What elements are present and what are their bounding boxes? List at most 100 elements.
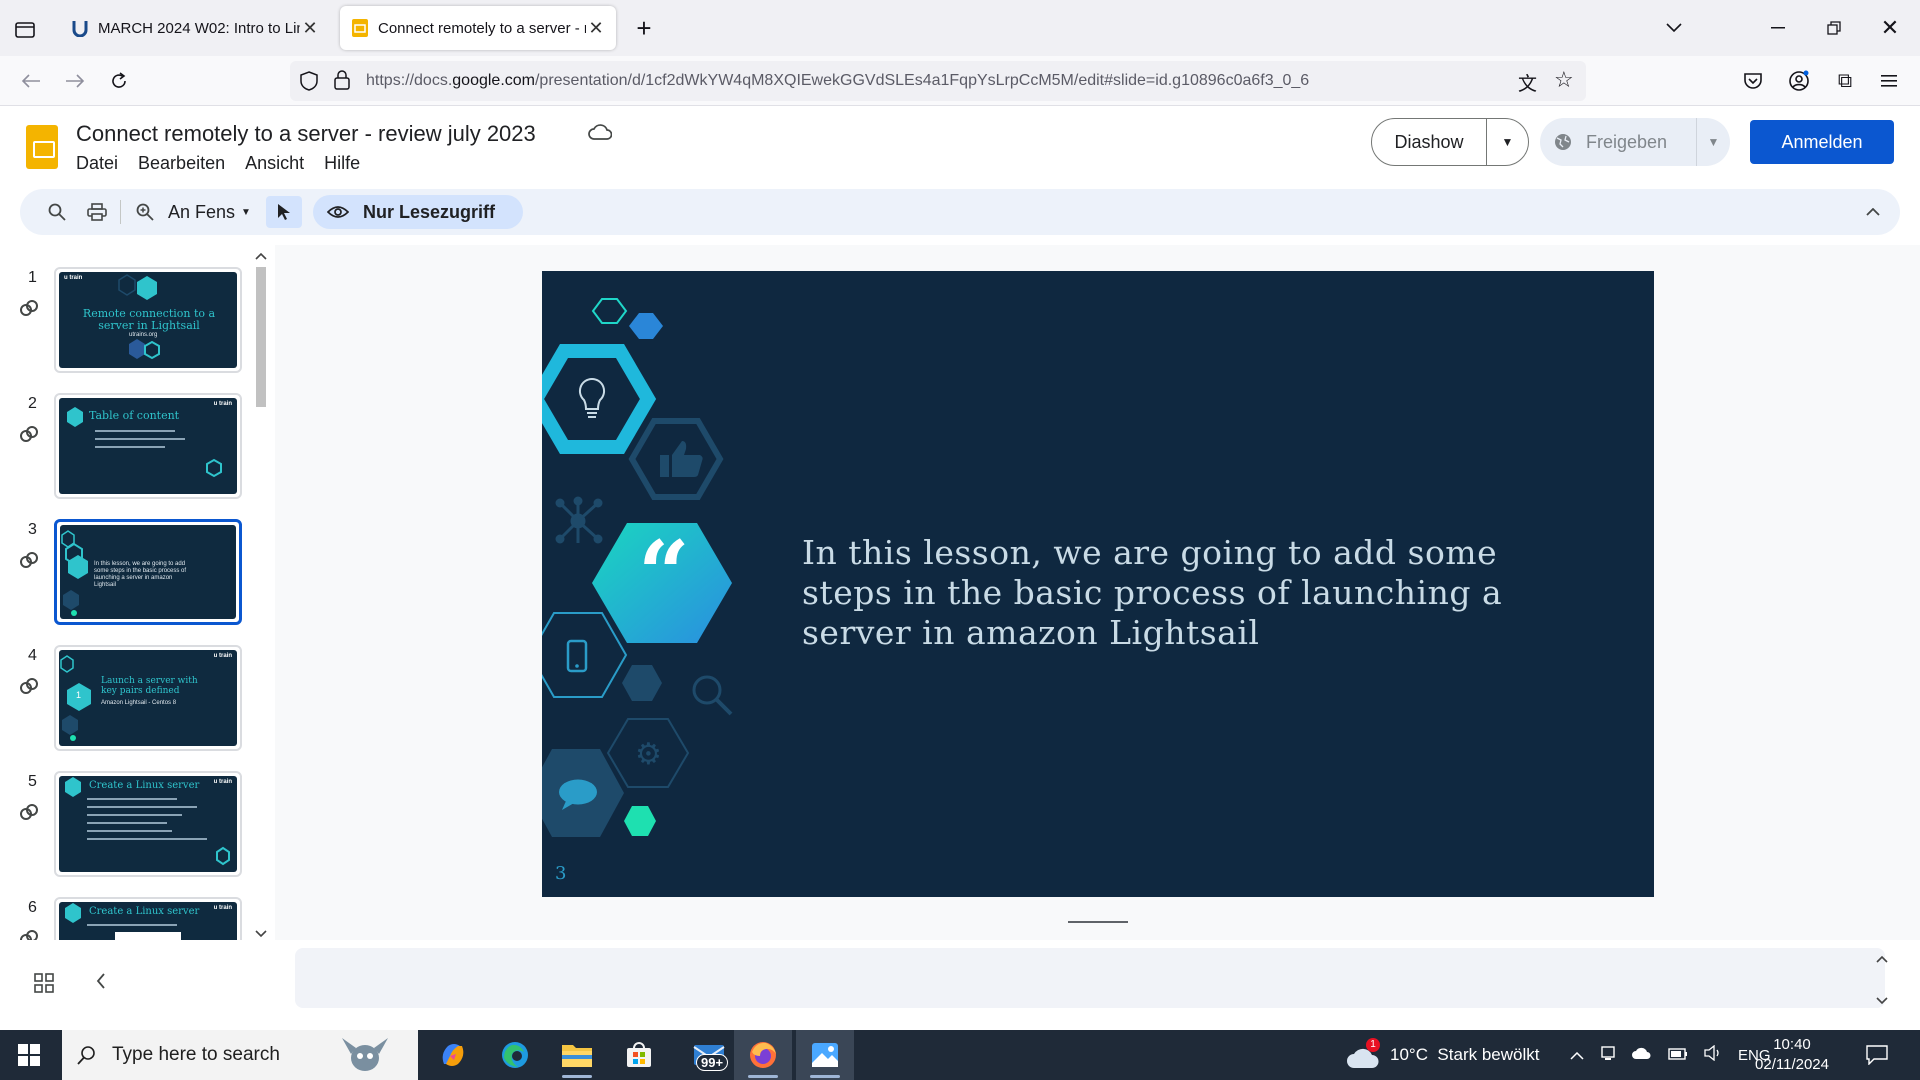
thumbnail-numeral: 1 bbox=[76, 690, 82, 700]
toolbar-divider bbox=[120, 200, 121, 224]
view-only-label: Nur Lesezugriff bbox=[363, 201, 496, 222]
thumbnail-canvas: u train Table of content bbox=[59, 398, 237, 494]
current-slide[interactable]: “ ⚙ In this lesson, we are going to add … bbox=[542, 271, 1654, 897]
print-icon[interactable] bbox=[82, 196, 112, 228]
share-dropdown-icon[interactable]: ▼ bbox=[1696, 118, 1730, 166]
slides-logo-icon[interactable] bbox=[26, 125, 58, 169]
forward-icon[interactable] bbox=[60, 66, 90, 96]
onedrive-cloud-icon[interactable] bbox=[1632, 1045, 1652, 1065]
extensions-icon[interactable]: ⧉ bbox=[1832, 68, 1858, 94]
slide-thumbnail[interactable]: u train 1 Launch a server with key pairs… bbox=[54, 645, 242, 751]
address-bar[interactable]: https://docs.google.com/presentation/d/1… bbox=[290, 61, 1586, 101]
bookmark-star-icon[interactable]: ☆ bbox=[1554, 67, 1574, 93]
filmstrip-item[interactable]: 1 u train Remote connection to a server … bbox=[0, 245, 250, 373]
lightbulb-icon bbox=[576, 377, 608, 426]
new-tab-button[interactable]: + bbox=[628, 12, 660, 44]
collapse-toolbar-chevron-icon[interactable] bbox=[1858, 196, 1888, 228]
zoom-icon[interactable] bbox=[130, 196, 160, 228]
restore-icon[interactable] bbox=[1820, 14, 1848, 42]
menu-ansicht[interactable]: Ansicht bbox=[245, 153, 304, 174]
pocket-icon[interactable] bbox=[1740, 68, 1766, 94]
copilot-icon[interactable] bbox=[424, 1030, 482, 1080]
cloud-saved-icon[interactable] bbox=[588, 123, 613, 147]
close-window-icon[interactable]: ✕ bbox=[1876, 14, 1904, 42]
slide-thumbnail-selected[interactable]: In this lesson, we are going to add some… bbox=[54, 519, 242, 625]
filmstrip-scrollbar[interactable] bbox=[252, 245, 272, 940]
slide-number: 5 bbox=[28, 773, 37, 790]
share-button[interactable]: Freigeben ▼ bbox=[1540, 118, 1730, 166]
notifications-icon[interactable] bbox=[1866, 1030, 1888, 1080]
slide-indicator-line bbox=[1068, 921, 1128, 923]
filmstrip-item[interactable]: 2 u train Table of content bbox=[0, 371, 250, 499]
microsoft-store-icon[interactable] bbox=[610, 1030, 668, 1080]
reload-icon[interactable] bbox=[104, 66, 134, 96]
tab-overflow-chevron-icon[interactable] bbox=[1660, 14, 1688, 42]
slideshow-button[interactable]: Diashow ▼ bbox=[1371, 118, 1529, 166]
sign-in-button[interactable]: Anmelden bbox=[1750, 120, 1894, 164]
filmstrip-item[interactable]: 6 u train Create a Linux server bbox=[0, 875, 250, 940]
scroll-up-icon[interactable] bbox=[1876, 952, 1888, 966]
magnifier-icon bbox=[690, 673, 734, 722]
clock[interactable]: 10:40 02/11/2024 bbox=[1752, 1035, 1832, 1075]
document-title[interactable]: Connect remotely to a server - review ju… bbox=[76, 121, 536, 147]
thumbnail-subtitle: Amazon Lightsail - Centos 8 bbox=[101, 700, 177, 706]
meet-now-icon[interactable] bbox=[1600, 1045, 1616, 1066]
notes-scrollbar[interactable] bbox=[1872, 948, 1892, 1008]
battery-icon[interactable] bbox=[1668, 1045, 1688, 1065]
taskbar-search-input[interactable]: Type here to search bbox=[62, 1030, 418, 1080]
select-cursor-icon[interactable] bbox=[266, 196, 302, 228]
minimize-icon[interactable] bbox=[1764, 14, 1792, 42]
thumbnail-canvas: u train 1 Launch a server with key pairs… bbox=[59, 650, 237, 746]
navigation-bar: https://docs.google.com/presentation/d/1… bbox=[0, 56, 1920, 106]
tracking-shield-icon[interactable] bbox=[300, 71, 318, 96]
zoom-select[interactable]: An Fens ▼ bbox=[168, 196, 252, 228]
slide-thumbnail[interactable]: u train Table of content bbox=[54, 393, 242, 499]
tab-connect-remotely[interactable]: Connect remotely to a server - r ✕ bbox=[340, 6, 616, 50]
mail-icon[interactable]: 99+ bbox=[680, 1030, 738, 1080]
utrains-favicon-icon bbox=[70, 18, 90, 38]
filmstrip-item[interactable]: 3 In this lesson, we are going to add so… bbox=[0, 497, 250, 625]
photos-app-icon[interactable] bbox=[796, 1030, 854, 1080]
slideshow-dropdown-icon[interactable]: ▼ bbox=[1487, 135, 1528, 149]
file-explorer-icon[interactable] bbox=[548, 1030, 606, 1080]
show-hidden-icons-chevron-icon[interactable] bbox=[1570, 1045, 1584, 1065]
menu-datei[interactable]: Datei bbox=[76, 153, 118, 174]
menu-hilfe[interactable]: Hilfe bbox=[324, 153, 360, 174]
windows-start-icon[interactable] bbox=[0, 1030, 58, 1080]
account-icon[interactable] bbox=[1786, 68, 1812, 94]
close-tab-icon[interactable]: ✕ bbox=[300, 18, 320, 39]
firefox-icon[interactable] bbox=[734, 1030, 792, 1080]
share-label: Freigeben bbox=[1586, 131, 1668, 152]
translate-icon[interactable]: 文 bbox=[1518, 69, 1537, 96]
back-icon[interactable] bbox=[16, 66, 46, 96]
search-icon[interactable] bbox=[42, 196, 72, 228]
scroll-up-icon[interactable] bbox=[255, 249, 267, 263]
scroll-down-icon[interactable] bbox=[255, 925, 267, 940]
slide-thumbnail[interactable]: u train Create a Linux server bbox=[54, 897, 242, 940]
active-app-indicator bbox=[748, 1075, 778, 1078]
linked-slide-icon bbox=[18, 423, 40, 445]
grid-view-icon[interactable] bbox=[34, 973, 56, 995]
filmstrip-item[interactable]: 4 u train 1 Launch a server with key pai… bbox=[0, 623, 250, 751]
menu-bearbeiten[interactable]: Bearbeiten bbox=[138, 153, 225, 174]
close-tab-icon[interactable]: ✕ bbox=[586, 18, 606, 39]
thumbnail-hexagons bbox=[60, 655, 91, 741]
thumbnail-canvas: In this lesson, we are going to add some… bbox=[60, 525, 236, 619]
scrollbar-thumb[interactable] bbox=[256, 267, 266, 407]
speaker-notes[interactable] bbox=[295, 948, 1885, 1008]
slide-thumbnail[interactable]: u train Remote connection to a server in… bbox=[54, 267, 242, 373]
scroll-down-icon[interactable] bbox=[1876, 994, 1888, 1008]
view-only-badge[interactable]: Nur Lesezugriff bbox=[313, 195, 523, 229]
slide-thumbnail[interactable]: u train Create a Linux server bbox=[54, 771, 242, 877]
linked-slide-icon bbox=[18, 297, 40, 319]
active-app-indicator bbox=[562, 1075, 592, 1078]
filmstrip-item[interactable]: 5 u train Create a Linux server bbox=[0, 749, 250, 877]
menu-hamburger-icon[interactable] bbox=[1876, 68, 1902, 94]
volume-icon[interactable] bbox=[1704, 1044, 1722, 1066]
tab-list-icon[interactable] bbox=[12, 16, 38, 42]
lock-icon[interactable] bbox=[334, 70, 350, 95]
tab-intro-linux[interactable]: MARCH 2024 W02: Intro to Linu ✕ bbox=[60, 6, 330, 50]
weather-widget[interactable]: 1 10°C Stark bewölkt bbox=[1346, 1030, 1539, 1080]
collapse-filmstrip-chevron-icon[interactable] bbox=[96, 972, 106, 995]
edge-browser-icon[interactable] bbox=[486, 1030, 544, 1080]
